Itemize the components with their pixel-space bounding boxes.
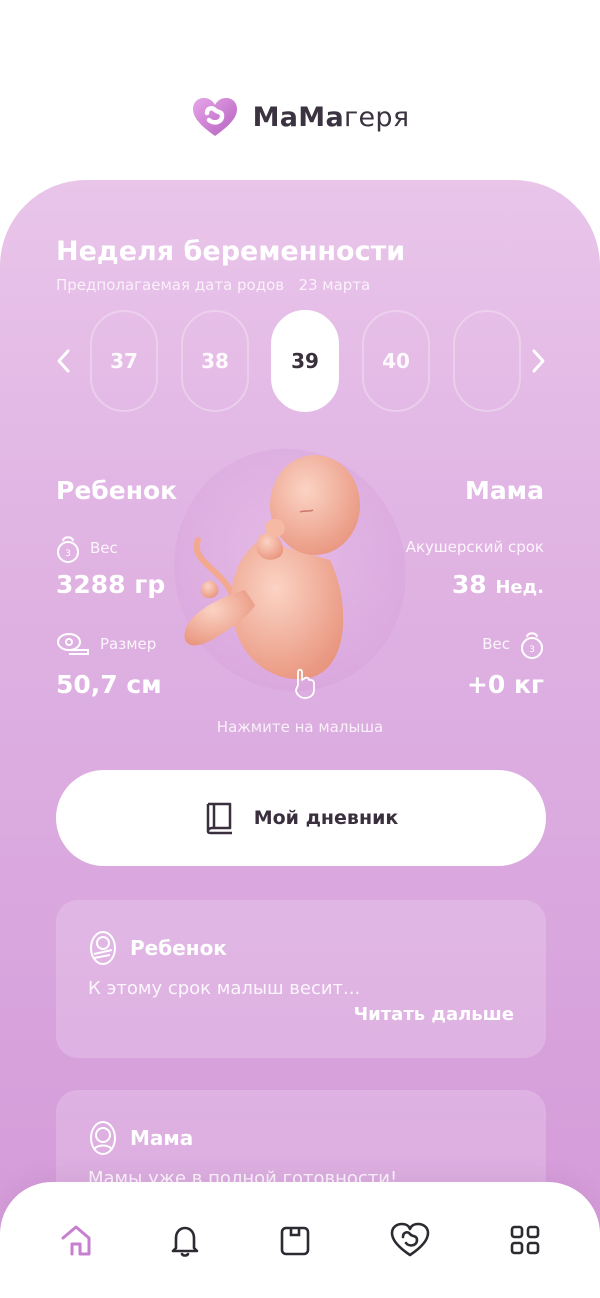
home-icon [61,1225,91,1256]
kettlebell-icon: 3 [521,632,543,659]
baby-illustration[interactable] [150,440,410,710]
nav-favorites[interactable] [390,1220,430,1260]
read-more-link[interactable]: Читать дальше [354,1004,514,1025]
baby-info-card[interactable]: Ребенок К этому срок малыш весит... Чита… [56,900,546,1058]
baby-weight-label: 3 Вес [56,532,118,564]
mom-heading: Мама [464,476,544,505]
mom-weight-label: Вес 3 [482,628,544,660]
week-selector: 37 38 39 40 [0,310,600,412]
mom-weight-value: +0 кг [466,670,544,699]
bottom-nav [0,1182,600,1298]
heart-logo-icon [390,1222,430,1257]
calendar-icon [280,1226,310,1256]
nav-menu[interactable] [505,1220,545,1260]
svg-text:3: 3 [65,549,71,559]
my-diary-label: Мой дневник [253,807,399,829]
chevron-left-icon[interactable] [52,346,76,376]
mom-avatar-icon [90,1121,116,1155]
baby-size-value: 50,7 см [56,670,162,699]
chevron-right-icon[interactable] [526,346,550,376]
mom-card-title: Мама [88,1120,193,1156]
bell-icon [171,1226,199,1257]
nav-notifications[interactable] [165,1220,205,1260]
due-date: Предполагаемая дата родов 23 марта [56,276,371,294]
mom-term-value: 38 Нед. [451,570,544,599]
swaddled-baby-icon [90,931,116,965]
my-diary-button[interactable]: Мой дневник [56,770,546,866]
logo-wordmark: МаМагеря [252,101,410,133]
grid-icon [510,1225,540,1255]
tape-measure-icon [57,633,89,655]
baby-weight-value: 3288 гр [56,570,166,599]
svg-text:3: 3 [529,645,535,655]
kettlebell-icon: 3 [57,536,79,563]
nav-home[interactable] [56,1220,96,1260]
tap-hint: Нажмите на малыша [216,718,384,736]
week-pill-38[interactable]: 38 [181,310,249,412]
app-logo: МаМагеря [0,96,600,138]
baby-size-label: Размер [56,632,156,656]
week-pill-37[interactable]: 37 [90,310,158,412]
mom-term-label: Акушерский срок [405,538,544,556]
week-pill-39[interactable]: 39 [271,310,339,412]
book-icon [206,802,232,835]
page-title: Неделя беременности [56,236,406,267]
baby-card-title: Ребенок [88,930,227,966]
week-pill-41[interactable] [453,310,521,412]
heart-logo-icon [192,98,237,136]
baby-card-text: К этому срок малыш весит... [88,978,361,999]
nav-calendar[interactable] [275,1220,315,1260]
week-pill-40[interactable]: 40 [362,310,430,412]
